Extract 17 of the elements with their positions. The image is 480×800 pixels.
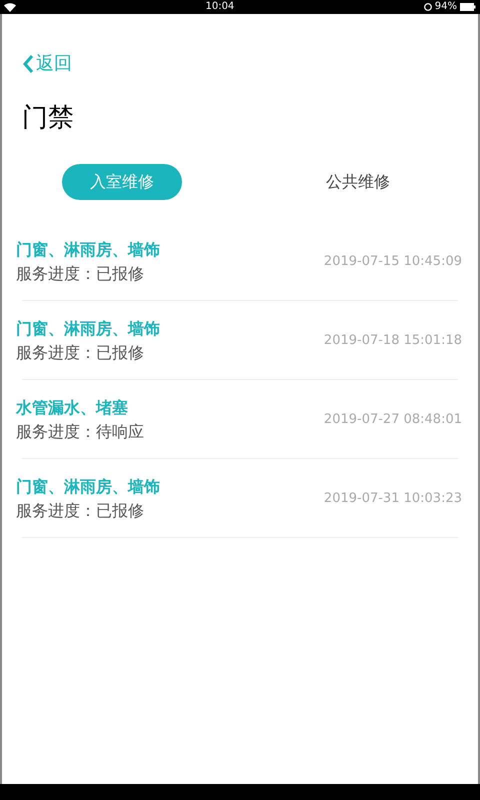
wifi-icon: [4, 2, 16, 12]
status-time: 10:04: [205, 2, 234, 12]
alarm-icon: [424, 3, 432, 11]
record-time: 2019-07-31 10:03:23: [324, 490, 462, 508]
record-time: 2019-07-27 08:48:01: [324, 410, 462, 429]
back-button[interactable]: 返回: [22, 50, 72, 77]
tab[interactable]: 入室维修: [62, 164, 182, 200]
page-title: 门禁: [22, 102, 74, 135]
battery-icon: [460, 3, 476, 11]
repair-category: 门窗、淋雨房、墙饰: [16, 240, 160, 260]
record-time: 2019-07-18 15:01:18: [324, 332, 462, 350]
repair-category: 门窗、淋雨房、墙饰: [16, 318, 160, 338]
battery-level: 94%: [434, 2, 457, 12]
chevron-left-icon: [22, 54, 34, 74]
record-time: 2019-07-15 10:45:09: [324, 252, 462, 271]
repair-category: 门窗、淋雨房、墙饰: [16, 476, 160, 496]
repair-category: 水管漏水、堵塞: [16, 398, 129, 418]
